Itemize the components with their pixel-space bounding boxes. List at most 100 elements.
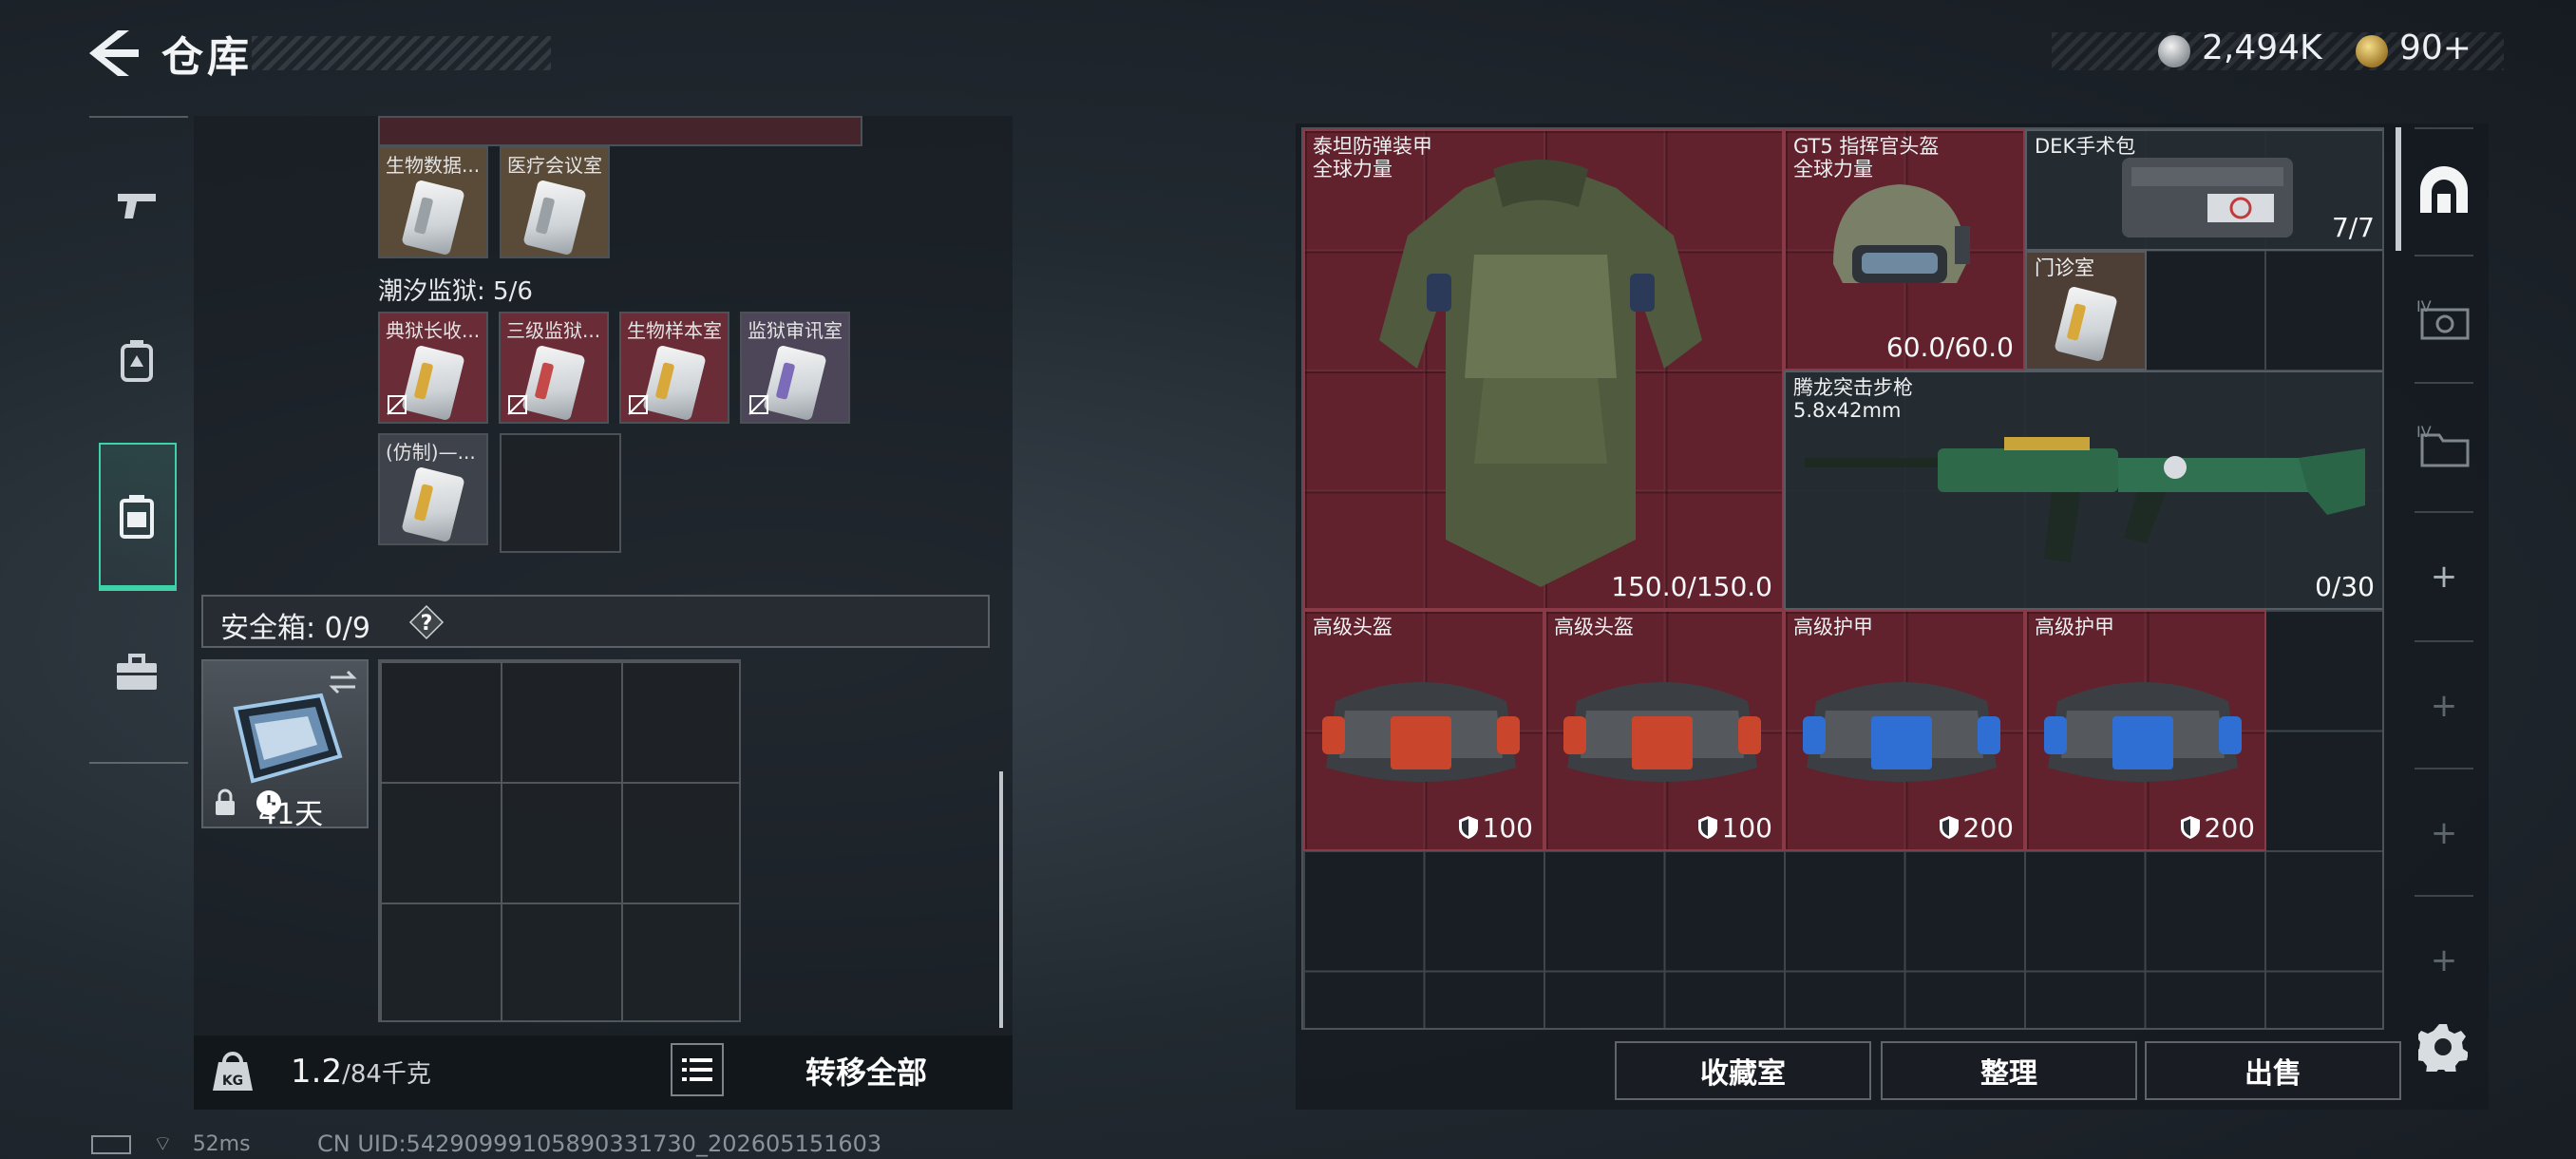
keycard-icon [2054,285,2118,363]
no-trade-icon [748,394,769,415]
weight-current: 1.2 [291,1053,343,1091]
helmet-durability: 60.0/60.0 [1885,332,2014,363]
settings-gear-icon[interactable] [2418,1022,2468,1072]
swap-icon[interactable] [327,669,359,695]
key-card[interactable]: 生物数据... [378,146,488,258]
storage-scrollbar[interactable] [999,771,1003,1028]
key-card-label: 典狱长收... [386,319,481,342]
shield-icon [1458,816,1478,839]
silver-coin-icon [2158,35,2190,67]
weight-capacity: /84千克 [342,1060,431,1089]
bag-slot[interactable]: 高级护甲 200 [2025,610,2266,851]
key-card[interactable]: (仿制)—... [378,433,488,545]
back-arrow-icon[interactable] [84,28,141,78]
rifle-slot[interactable]: 腾龙突击步枪 5.8x42mm 0/30 [1784,370,2382,610]
list-icon [682,1058,712,1081]
keycard-icon [401,466,465,543]
bag-value: 100 [1697,812,1772,844]
no-trade-icon [387,394,407,415]
key-card-label: 生物样本室 [627,319,722,342]
empty-slot[interactable] [500,433,621,553]
duffel-bag-icon [2044,682,2242,782]
medkit-slot[interactable]: DEK手术包 7/7 [2025,129,2382,251]
weapon-icon[interactable] [99,167,175,243]
wifi-icon: ⌔ [153,1132,173,1156]
svg-text:KG: KG [222,1074,243,1089]
key-card[interactable]: 医疗会议室 [500,146,610,258]
collection-room-button[interactable]: 收藏室 [1615,1041,1871,1100]
safe-box-label: 安全箱: 0/9 [220,612,370,645]
bag-label: 高级头盔 [1313,616,1392,638]
bag-value: 200 [1939,812,2014,844]
key-card-label: 生物数据... [386,154,481,177]
armor-durability: 150.0/150.0 [1611,571,1772,602]
gold-currency[interactable]: 90+ [2399,28,2472,67]
side-divider [2415,895,2473,897]
key-card-label: 门诊室 [2035,256,2094,279]
keycard-icon [642,344,707,422]
sell-button[interactable]: 出售 [2145,1041,2401,1100]
keycard-icon [401,344,465,422]
rifle-name-line1: 腾龙突击步枪 [1793,376,1913,399]
rifle-name: 腾龙突击步枪 5.8x42mm [1793,376,1913,422]
side-divider [2415,511,2473,513]
battery-icon [91,1135,131,1154]
bag-slot[interactable]: 高级头盔 100 [1303,610,1544,851]
side-divider [2415,768,2473,770]
no-trade-icon [628,394,649,415]
key-card[interactable]: 生物样本室 [619,312,729,424]
case-icon[interactable] [99,479,175,555]
title-decoration [252,36,551,70]
bag-label: 高级护甲 [2035,616,2114,638]
side-divider [2415,382,2473,384]
bag-label: 高级护甲 [1793,616,1873,638]
key-card-label: (仿制)—... [386,441,476,464]
weight-icon: KG [213,1052,253,1091]
backpack-icon[interactable] [99,323,175,399]
transfer-all-button[interactable]: 转移全部 [733,1041,999,1100]
key-card[interactable]: 三级监狱... [499,312,609,424]
help-icon[interactable]: ? [408,604,445,640]
plus-icon[interactable]: + [2415,804,2473,863]
rifle-name-line2: 5.8x42mm [1793,399,1902,422]
key-card[interactable]: 监狱审讯室 [740,312,850,424]
plus-icon[interactable]: + [2415,547,2473,606]
key-card-label: 监狱审讯室 [748,319,843,342]
level4-storage-icon[interactable]: IV [2415,289,2473,348]
keycard-icon [521,344,586,422]
section-title: 潮汐监狱: 5/6 [378,277,533,306]
uid-text: CN UID:54290999105890331730_202605151603 [317,1130,882,1157]
plus-icon[interactable]: + [2415,676,2473,735]
duffel-bag-icon [1322,682,1520,782]
helmet-icon [1833,184,1970,283]
bag-slot[interactable]: 高级头盔 100 [1544,610,1784,851]
bag-slot[interactable]: 高级护甲 200 [1784,610,2025,851]
side-divider [2415,255,2473,256]
equipment-scrollbar[interactable] [2396,127,2401,251]
key-card[interactable]: 典狱长收... [378,312,488,424]
helmet-name-line1: GT5 指挥官头盔 [1793,135,1940,158]
organize-button[interactable]: 整理 [1881,1041,2137,1100]
assault-rifle-icon [1805,437,2365,562]
vault-icon[interactable] [2415,162,2473,220]
silver-currency[interactable]: 2,494K [2202,28,2322,67]
toolbox-icon[interactable] [99,635,175,711]
plus-icon[interactable]: + [2415,931,2473,990]
duffel-bag-icon [1563,682,1761,782]
key-card[interactable]: 门诊室 [2025,251,2147,370]
safe-box-days: 41天 [258,798,324,831]
keycard-icon [763,344,827,422]
duffel-bag-icon [1803,682,2000,782]
page-title: 仓库 [161,33,253,82]
no-trade-icon [507,394,528,415]
partial-row [378,116,862,146]
helmet-slot[interactable]: GT5 指挥官头盔 全球力量 60.0/60.0 [1784,129,2025,370]
armor-slot[interactable]: 泰坦防弹装甲 全球力量 150.0/150.0 [1303,129,1784,610]
shield-icon [1697,816,1717,839]
status-bar: ⌔ 52ms [91,1130,251,1157]
svg-text:IV: IV [2416,423,2432,441]
level4-folder-icon[interactable]: IV [2415,414,2473,473]
bag-label: 高级头盔 [1554,616,1634,638]
list-view-button[interactable] [671,1043,724,1096]
safe-box-grid[interactable] [378,659,741,1022]
